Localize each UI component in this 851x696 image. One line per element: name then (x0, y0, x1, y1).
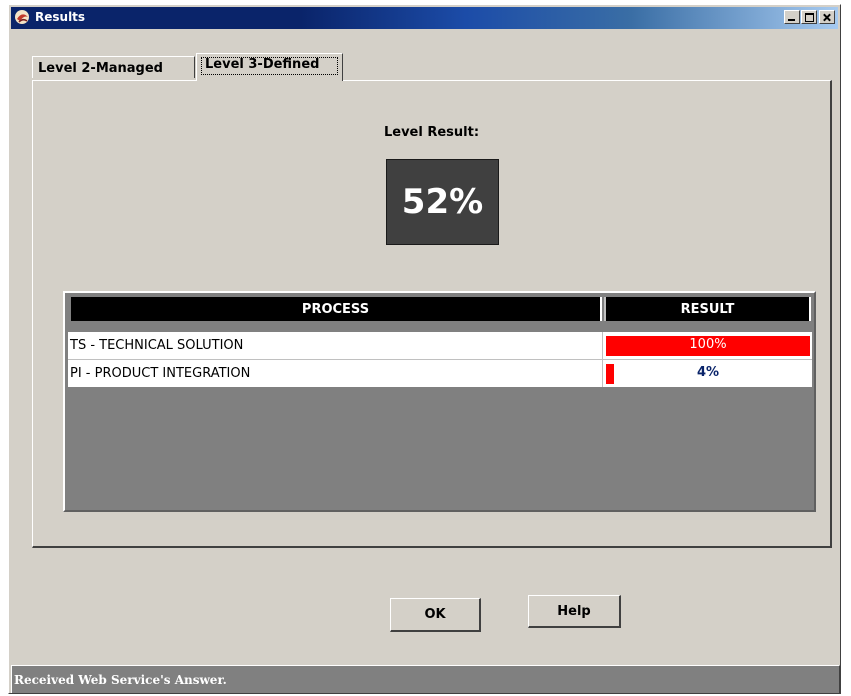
results-table: PROCESS RESULT TS - TECHNICAL SOLUTION 1… (63, 291, 816, 512)
help-button[interactable]: Help (528, 595, 621, 628)
column-header-label: RESULT (680, 301, 735, 317)
process-cell: PI - PRODUCT INTEGRATION (70, 366, 251, 381)
help-button-label: Help (557, 603, 591, 619)
result-cell: 100% (606, 336, 810, 356)
level-result-score: 52% (386, 159, 499, 245)
maximize-button[interactable] (801, 10, 817, 24)
status-bar: Received Web Service's Answer. (11, 665, 840, 693)
column-header-label: PROCESS (301, 301, 370, 317)
status-text: Received Web Service's Answer. (14, 673, 227, 687)
level-result-value: 52% (401, 182, 484, 222)
minimize-button[interactable] (784, 10, 800, 24)
tab-panel: Level Result: 52% PROCESS RESULT TS - TE… (32, 80, 832, 548)
table-header: PROCESS RESULT (71, 295, 811, 321)
process-cell: TS - TECHNICAL SOLUTION (70, 338, 244, 353)
close-button[interactable] (819, 10, 835, 24)
ok-button-label: OK (424, 607, 446, 622)
column-header-result[interactable]: RESULT (604, 297, 811, 321)
column-divider (602, 332, 603, 360)
result-value: 4% (696, 365, 720, 380)
result-value: 100% (689, 337, 727, 352)
ok-button[interactable]: OK (390, 598, 481, 632)
table-row[interactable]: PI - PRODUCT INTEGRATION 4% (68, 360, 812, 387)
window-title: Results (35, 10, 86, 24)
tab-label: Level 2-Managed (38, 61, 163, 76)
table-row[interactable]: TS - TECHNICAL SOLUTION 100% (68, 332, 812, 360)
result-cell: 4% (606, 364, 810, 384)
column-header-process[interactable]: PROCESS (71, 297, 602, 321)
level-result-label: Level Result: (383, 125, 480, 140)
tab-level-3-defined[interactable]: Level 3-Defined (196, 53, 343, 81)
title-bar[interactable]: Results (11, 7, 838, 29)
results-window: Results Level 2-Managed Level 3-Defined … (8, 4, 841, 694)
java-app-icon[interactable] (14, 9, 31, 26)
column-divider (602, 360, 603, 387)
tab-label: Level 3-Defined (205, 57, 320, 72)
tab-level-2-managed[interactable]: Level 2-Managed (32, 56, 195, 78)
